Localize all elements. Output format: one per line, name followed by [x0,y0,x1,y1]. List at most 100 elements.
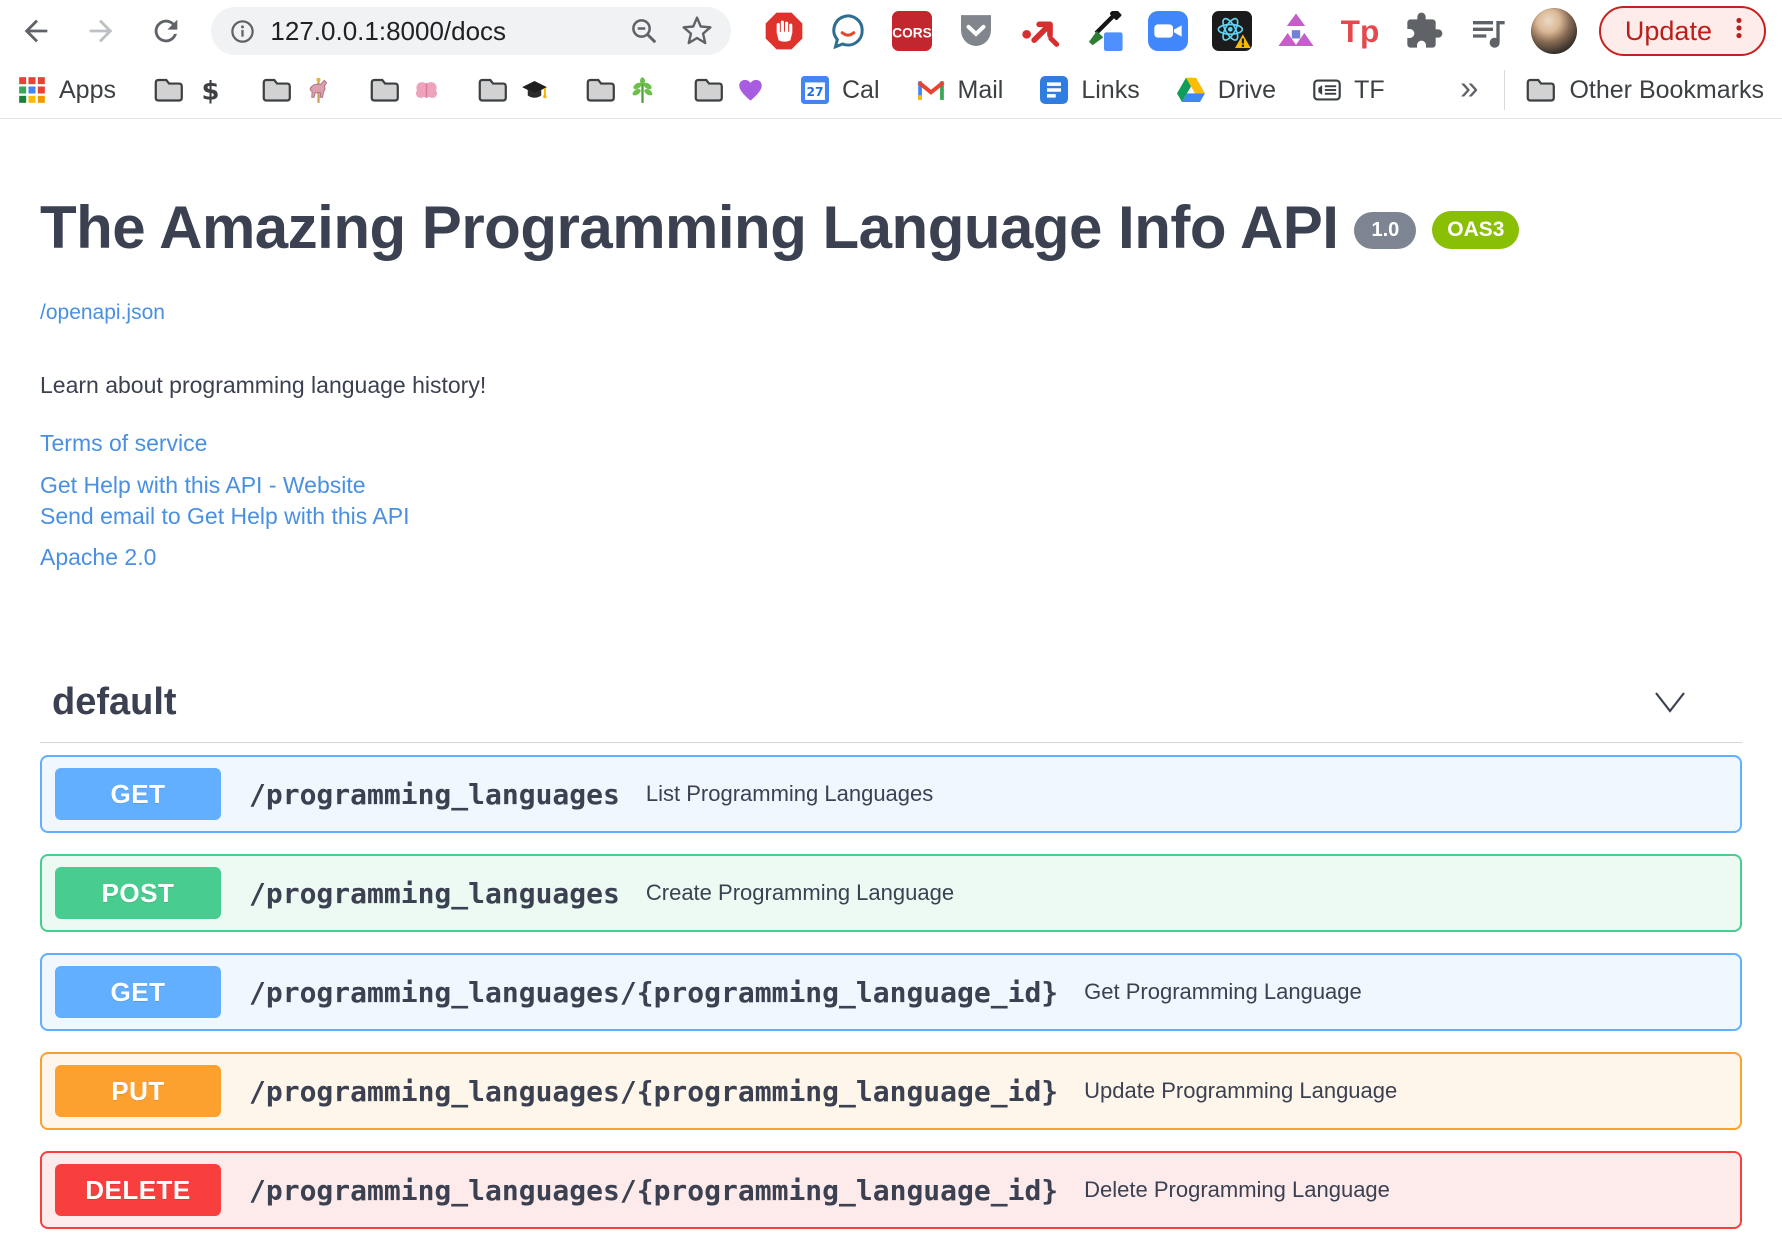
section-default-header[interactable]: default [40,679,1742,725]
svg-text:CORS: CORS [892,25,931,40]
browser-toolbar: 127.0.0.1:8000/docs CORS Tp Update [0,0,1782,62]
bookmark-item[interactable]: TF [1313,76,1385,105]
bookmarks-bar: Apps $27 Cal Mail Links Drive TF » Other Bookm… [0,62,1782,119]
url-text[interactable]: 127.0.0.1:8000/docs [270,16,628,47]
calendar-27-icon: 27 [800,76,829,104]
send-email-link[interactable]: Send email to Get Help with this API [40,502,409,530]
operation-row[interactable]: PUT /programming_languages/{programming_… [40,1052,1742,1130]
adblock-hand-icon[interactable] [763,10,805,52]
op-path: /programming_languages/{programming_lang… [249,1074,1059,1108]
puzzle-extensions-icon[interactable] [1403,10,1445,52]
bookmark-item[interactable]: Links [1040,75,1140,105]
method-badge: DELETE [55,1164,221,1216]
op-summary: Update Programming Language [1084,1078,1398,1103]
bookmark-item[interactable]: 27 Cal [800,75,880,105]
pocket-badge-icon[interactable] [955,10,997,52]
other-bookmarks[interactable]: Other Bookmarks [1525,76,1764,105]
bookmarks-overflow-icon[interactable]: » [1460,71,1484,110]
bookmark-item[interactable] [369,77,440,104]
bookmark-label: Links [1081,75,1140,104]
version-badge: 1.0 [1354,211,1417,249]
bookmarks-left: Apps $27 Cal Mail Links Drive TF [18,76,1385,105]
react-devtools-icon[interactable] [1211,10,1253,52]
bookmark-item[interactable]: Apps [18,76,116,105]
bookmark-item[interactable]: Drive [1176,75,1277,105]
op-path: /programming_languages [249,777,620,811]
bookmark-item[interactable] [261,77,332,104]
apps-grid-icon [18,76,46,104]
operation-row[interactable]: DELETE /programming_languages/{programmi… [40,1151,1742,1229]
graduation-cap-icon [521,77,548,104]
bookmarks-divider [1504,70,1506,110]
api-title-row: The Amazing Programming Language Info AP… [40,195,1742,261]
chat-bubble-icon[interactable] [827,10,869,52]
playlist-music-icon[interactable] [1467,10,1509,52]
section-title: default [52,681,177,723]
dollar-icon: $ [197,77,224,104]
reload-icon[interactable] [146,11,185,51]
back-icon[interactable] [16,11,55,51]
folder-icon [693,77,724,103]
update-button[interactable]: Update [1598,6,1766,56]
op-path: /programming_languages [249,876,620,910]
operations-list: GET /programming_languages List Programm… [40,755,1742,1229]
zoom-out-icon[interactable] [629,16,681,46]
address-bar[interactable]: 127.0.0.1:8000/docs [211,7,731,55]
update-label: Update [1624,15,1712,46]
bookmark-item[interactable]: Mail [917,75,1004,105]
bookmark-item[interactable] [477,77,548,104]
purple-heart-icon [737,77,764,104]
op-path: /programming_languages/{programming_lang… [249,975,1059,1009]
license-link[interactable]: Apache 2.0 [40,543,156,571]
op-summary: Delete Programming Language [1084,1177,1390,1202]
folder-icon [477,77,508,103]
op-summary: Get Programming Language [1084,979,1362,1004]
bookmark-item[interactable] [585,76,656,104]
bookmark-label: TF [1354,75,1385,104]
carousel-horse-icon [305,77,332,104]
operation-row[interactable]: GET /programming_languages/{programming_… [40,953,1742,1031]
bookmark-label: Mail [957,75,1004,104]
cors-icon[interactable]: CORS [891,10,933,52]
brain-icon [413,77,440,104]
other-bookmarks-label: Other Bookmarks [1569,75,1764,104]
recycle-icon[interactable] [1275,10,1317,52]
bookmark-item[interactable] [693,77,764,104]
color-eyedropper-icon[interactable] [1083,10,1125,52]
method-badge: POST [55,867,221,919]
bookmark-label: Cal [841,75,880,104]
swagger-page: The Amazing Programming Language Info AP… [0,195,1782,1246]
folder-icon [585,77,616,103]
section-divider [40,742,1742,743]
operation-row[interactable]: POST /programming_languages Create Progr… [40,854,1742,932]
gmail-icon [917,76,945,104]
folder-icon [369,77,400,103]
kebab-menu-icon[interactable] [1726,15,1752,48]
api-description: Learn about programming language history… [40,372,487,398]
openapi-spec-link[interactable]: /openapi.json [40,301,1742,325]
bookmarks-right: » Other Bookmarks [1460,70,1764,110]
tampermonkey-tp-icon[interactable]: Tp [1339,10,1381,52]
forward-icon[interactable] [81,11,120,51]
page-title: The Amazing Programming Language Info AP… [40,194,1339,261]
drive-triangle-icon [1176,76,1205,104]
chevron-down-icon[interactable] [1653,690,1687,714]
op-summary: Create Programming Language [645,880,955,905]
operation-row[interactable]: GET /programming_languages List Programm… [40,755,1742,833]
svg-text:$: $ [201,77,219,104]
bookmark-star-icon[interactable] [681,15,713,47]
oas3-badge: OAS3 [1432,211,1520,249]
profile-avatar[interactable] [1530,8,1577,54]
folder-icon [261,77,292,103]
red-arrow-icon[interactable] [1019,10,1061,52]
links-doc-icon [1040,76,1069,104]
get-help-website-link[interactable]: Get Help with this API - Website [40,471,366,499]
bookmark-item[interactable]: $ [153,77,224,104]
bookmark-label: Apps [59,75,116,104]
op-path: /programming_languages/{programming_lang… [249,1173,1059,1207]
site-info-icon[interactable] [229,18,256,45]
method-badge: GET [55,966,221,1018]
bookmark-label: Drive [1217,75,1277,104]
terms-of-service-link[interactable]: Terms of service [40,429,207,457]
zoom-camera-icon[interactable] [1147,10,1189,52]
